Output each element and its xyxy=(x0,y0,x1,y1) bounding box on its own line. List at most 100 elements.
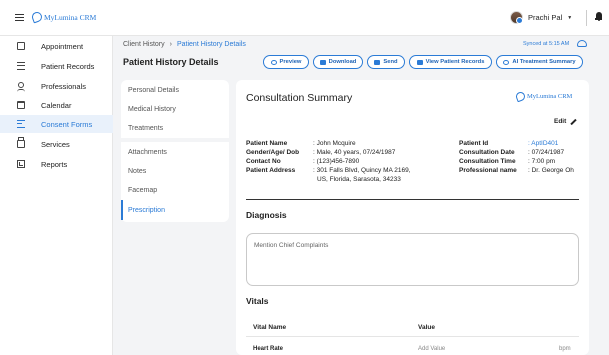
breadcrumb-item-current[interactable]: Patient History Details xyxy=(177,41,246,48)
download-button[interactable]: Download xyxy=(313,55,363,69)
patient-name-value: : John Mcquire xyxy=(313,140,356,147)
avatar xyxy=(510,11,523,24)
send-icon xyxy=(374,59,381,65)
sidebar-item-label: Appointment xyxy=(41,41,84,51)
person-icon xyxy=(17,82,25,90)
tab-attachments[interactable]: Attachments xyxy=(121,142,229,162)
consultation-date-value: : 07/24/1987 xyxy=(528,149,565,156)
hamburger-menu-icon[interactable] xyxy=(15,14,24,22)
appointment-icon xyxy=(17,42,25,50)
bag-icon xyxy=(17,140,25,148)
view-records-label: View Patient Records xyxy=(425,59,485,65)
tab-facemap[interactable]: Facemap xyxy=(121,180,229,200)
heart-rate-input[interactable]: Add Value xyxy=(418,346,445,352)
consent-icon xyxy=(17,120,25,128)
sidebar-item-label: Consent Forms xyxy=(41,119,93,129)
sidebar-item-patient-records[interactable]: Patient Records xyxy=(0,57,113,75)
send-button[interactable]: Send xyxy=(367,55,405,69)
sidebar-item-appointment[interactable]: Appointment xyxy=(0,37,113,55)
send-label: Send xyxy=(383,59,398,65)
report-icon xyxy=(17,160,25,168)
patient-name-label: Patient Name xyxy=(246,140,288,147)
logo-text: MyLumina CRM xyxy=(527,93,573,100)
sidebar-item-professionals[interactable]: Professionals xyxy=(0,77,113,95)
bell-icon[interactable] xyxy=(595,12,602,22)
logo-mark-icon xyxy=(30,10,44,24)
vitals-table-header: Vital Name Value xyxy=(246,317,579,337)
card-logo: MyLumina CRM xyxy=(514,90,573,103)
preview-label: Preview xyxy=(279,59,302,65)
chief-complaints-placeholder: Mention Chief Complaints xyxy=(254,242,329,249)
tab-treatments[interactable]: Treatments xyxy=(121,118,229,138)
consultation-card: Consultation Summary MyLumina CRM Edit P… xyxy=(236,80,589,355)
breadcrumb: Client History › Patient History Details xyxy=(123,41,246,48)
breadcrumb-item-client-history[interactable]: Client History xyxy=(123,41,165,48)
contact-value: : (123)456-7890 xyxy=(313,158,360,165)
download-icon xyxy=(319,59,326,65)
sidebar-item-label: Calendar xyxy=(41,100,72,110)
consultation-date-label: Consultation Date xyxy=(459,149,515,156)
chief-complaints-field[interactable]: Mention Chief Complaints xyxy=(246,233,579,286)
diagnosis-title: Diagnosis xyxy=(246,210,287,220)
sidebar-item-label: Services xyxy=(41,139,70,149)
app-logo[interactable]: MyLumina CRM xyxy=(30,10,97,24)
heart-rate-unit: bpm xyxy=(559,346,571,352)
gender-value: : Male, 40 years, 07/24/1987 xyxy=(313,149,396,156)
gender-label: Gender/Age/ Dob xyxy=(246,149,300,156)
page-title: Patient History Details xyxy=(123,57,219,67)
sidebar-item-calendar[interactable]: Calendar xyxy=(0,96,113,114)
preview-button[interactable]: Preview xyxy=(263,55,309,69)
patient-id-label: Patient Id xyxy=(459,140,489,147)
tab-prescription[interactable]: Prescription xyxy=(121,200,229,220)
sidebar-item-label: Reports xyxy=(41,159,68,169)
section-divider xyxy=(246,199,579,200)
address-value-line2: US, Florida, Sarasota, 34233 xyxy=(317,176,401,183)
cloud-sync-icon[interactable] xyxy=(577,40,587,47)
consultation-time-value: : 7:00 pm xyxy=(528,158,556,165)
edit-label: Edit xyxy=(554,118,567,125)
top-bar: MyLumina CRM Prachi Pal ▼ xyxy=(0,0,609,36)
pencil-icon xyxy=(570,118,577,125)
tab-medical-history[interactable]: Medical History xyxy=(121,99,229,119)
professional-label: Professional name xyxy=(459,167,517,174)
edit-button[interactable]: Edit xyxy=(554,118,577,125)
download-label: Download xyxy=(328,59,357,65)
sidebar-item-label: Professionals xyxy=(41,81,87,91)
patient-id-value[interactable]: : AptID401 xyxy=(528,140,558,149)
eye-icon xyxy=(270,59,277,65)
value-header: Value xyxy=(418,324,435,331)
contact-label: Contact No xyxy=(246,158,281,165)
vital-name-header: Vital Name xyxy=(253,324,287,331)
sidebar-item-reports[interactable]: Reports xyxy=(0,155,113,173)
sparkle-icon xyxy=(503,59,510,65)
tab-notes[interactable]: Notes xyxy=(121,161,229,181)
consultation-time-label: Consultation Time xyxy=(459,158,516,165)
ai-summary-label: AI Treatment Summary xyxy=(512,59,576,65)
sidebar: Appointment Patient Records Professional… xyxy=(0,36,113,355)
vitals-title: Vitals xyxy=(246,296,269,306)
tab-personal-details[interactable]: Personal Details xyxy=(121,80,229,100)
sync-status: Synced at 5:15 AM xyxy=(523,41,570,47)
professional-value: : Dr. George Oh xyxy=(528,167,574,174)
records-icon xyxy=(17,62,25,70)
sidebar-item-services[interactable]: Services xyxy=(0,135,113,153)
calendar-icon xyxy=(17,101,25,109)
logo-text: MyLumina CRM xyxy=(44,12,97,22)
user-menu[interactable]: Prachi Pal ▼ xyxy=(510,11,572,24)
chevron-down-icon: ▼ xyxy=(567,14,573,21)
sidebar-item-consent-forms[interactable]: Consent Forms xyxy=(0,115,113,133)
address-value-line1: : 301 Falls Blvd, Quincy MA 2169, xyxy=(313,167,411,174)
user-name: Prachi Pal xyxy=(528,13,563,22)
sidebar-item-label: Patient Records xyxy=(41,61,95,71)
vital-heart-rate-label: Heart Rate xyxy=(253,346,284,352)
chevron-right-icon: › xyxy=(169,41,172,48)
address-label: Patient Address xyxy=(246,167,296,174)
divider xyxy=(586,10,587,26)
tab-divider xyxy=(121,138,229,142)
view-patient-records-button[interactable]: View Patient Records xyxy=(409,55,492,69)
ai-treatment-summary-button[interactable]: AI Treatment Summary xyxy=(496,55,583,69)
logo-mark-icon xyxy=(514,90,527,103)
records-icon xyxy=(416,59,423,65)
history-tabs: Personal Details Medical History Treatme… xyxy=(121,80,229,222)
consultation-title: Consultation Summary xyxy=(246,92,353,104)
